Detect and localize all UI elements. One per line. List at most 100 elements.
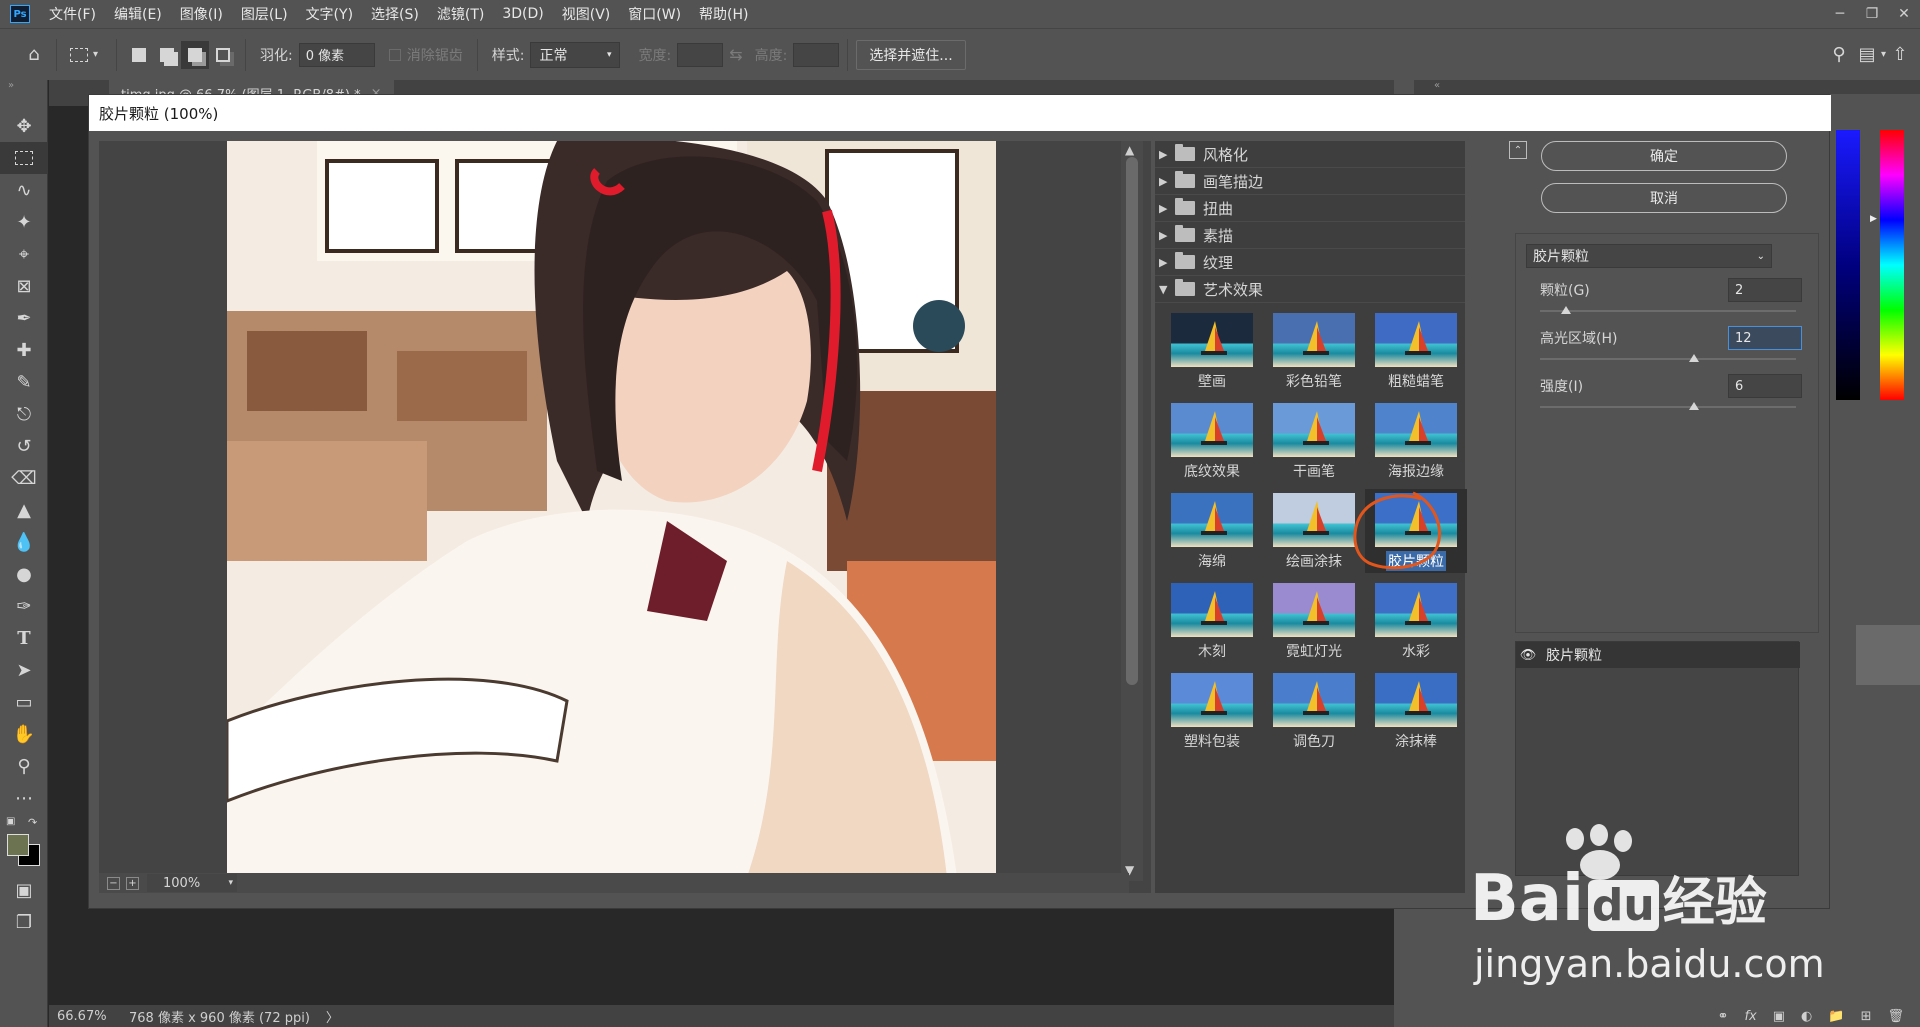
filter-thumb[interactable]: 涂抹棒	[1365, 669, 1467, 753]
home-icon[interactable]: ⌂	[20, 41, 48, 69]
restore-icon[interactable]: ❐	[1856, 0, 1888, 28]
hue-slider[interactable]	[1880, 130, 1904, 400]
filter-thumb[interactable]: 海绵	[1161, 489, 1263, 573]
marquee-tool-preset-icon[interactable]	[65, 41, 93, 69]
zoom-tool-icon[interactable]: ⚲	[0, 750, 48, 782]
filter-thumb[interactable]: 底纹效果	[1161, 399, 1263, 483]
layer-row-highlight[interactable]	[1856, 625, 1920, 685]
filter-param-input[interactable]: 2	[1728, 278, 1802, 302]
visibility-eye-icon[interactable]: 👁	[1516, 648, 1540, 663]
new-selection-icon[interactable]	[125, 41, 153, 69]
menu-view[interactable]: 视图(V)	[553, 4, 620, 24]
filter-thumb[interactable]: 壁画	[1161, 309, 1263, 393]
eyedropper-tool-icon[interactable]: ✒	[0, 302, 48, 334]
scroll-up-icon[interactable]: ▲	[1125, 143, 1134, 157]
eraser-tool-icon[interactable]: ⌫	[0, 462, 48, 494]
effect-layer-row[interactable]: 👁 胶片颗粒	[1516, 642, 1800, 668]
filter-thumb[interactable]: 木刻	[1161, 579, 1263, 663]
intersect-selection-icon[interactable]	[209, 41, 237, 69]
zoom-select[interactable]: 100% ▾	[147, 874, 237, 892]
filter-param-slider[interactable]	[1540, 306, 1796, 314]
pen-tool-icon[interactable]: ✑	[0, 590, 48, 622]
expanded-triangle-icon[interactable]: ▼	[1159, 283, 1175, 296]
dodge-tool-icon[interactable]: ●	[0, 558, 48, 590]
photoshop-logo-icon[interactable]: Ps	[10, 5, 30, 23]
filter-select[interactable]: 胶片颗粒 ⌄	[1526, 244, 1772, 268]
quick-mask-icon[interactable]: ▣	[0, 874, 48, 906]
share-icon[interactable]: ⇧	[1886, 41, 1914, 69]
feather-input[interactable]: 0 像素	[298, 42, 375, 67]
collapsed-triangle-icon[interactable]: ▶	[1159, 256, 1175, 269]
filter-category-row[interactable]: ▶ 扭曲	[1155, 195, 1465, 222]
status-menu-arrow-icon[interactable]: 〉	[326, 1007, 339, 1026]
zoom-out-icon[interactable]: −	[107, 876, 120, 890]
healing-brush-tool-icon[interactable]: ✚	[0, 334, 48, 366]
filter-thumb[interactable]: 海报边缘	[1365, 399, 1467, 483]
lasso-tool-icon[interactable]: ∿	[0, 174, 48, 206]
filter-thumb[interactable]: 水彩	[1365, 579, 1467, 663]
collapsed-triangle-icon[interactable]: ▶	[1159, 148, 1175, 161]
workspace-icon[interactable]: ▤	[1853, 41, 1881, 69]
history-brush-tool-icon[interactable]: ↺	[0, 430, 48, 462]
close-icon[interactable]: ✕	[1888, 0, 1920, 28]
filter-thumb[interactable]: 绘画涂抹	[1263, 489, 1365, 573]
clone-stamp-tool-icon[interactable]: ⎋	[0, 398, 48, 430]
move-tool-icon[interactable]: ✥	[0, 110, 48, 142]
menu-3d[interactable]: 3D(D)	[493, 6, 552, 22]
more-tools-icon[interactable]: ⋯	[0, 782, 48, 814]
filter-thumb[interactable]: 霓虹灯光	[1263, 579, 1365, 663]
minimize-icon[interactable]: ─	[1824, 0, 1856, 28]
magic-wand-tool-icon[interactable]: ✦	[0, 206, 48, 238]
menu-file[interactable]: 文件(F)	[40, 4, 105, 24]
antialias-checkbox[interactable]	[388, 48, 401, 61]
preview-area[interactable]	[99, 141, 1151, 893]
collapse-panel-icon[interactable]: »	[0, 80, 47, 110]
collapsed-triangle-icon[interactable]: ▶	[1159, 175, 1175, 188]
path-selection-tool-icon[interactable]: ➤	[0, 654, 48, 686]
paint-bucket-tool-icon[interactable]: ▲	[0, 494, 48, 526]
zoom-readout[interactable]: 66.67%	[57, 1009, 113, 1024]
filter-thumb[interactable]: 粗糙蜡笔	[1365, 309, 1467, 393]
filter-thumb[interactable]: 调色刀	[1263, 669, 1365, 753]
preview-image[interactable]	[227, 141, 996, 877]
type-tool-icon[interactable]: T	[0, 622, 48, 654]
scrollbar-thumb[interactable]	[1126, 157, 1138, 685]
foreground-color-swatch[interactable]	[7, 834, 29, 856]
add-to-selection-icon[interactable]	[153, 41, 181, 69]
chevron-down-icon[interactable]: ▾	[93, 49, 98, 60]
swap-dimensions-icon[interactable]: ⇆	[729, 45, 742, 64]
collapse-gallery-icon[interactable]: ⌃	[1509, 141, 1527, 159]
filter-param-input[interactable]: 12	[1728, 326, 1802, 350]
marquee-tool-icon[interactable]	[0, 142, 48, 174]
menu-select[interactable]: 选择(S)	[362, 4, 428, 24]
filter-thumb[interactable]: 塑料包装	[1161, 669, 1263, 753]
style-select[interactable]: 正常 ▾	[530, 41, 621, 68]
filter-category-row[interactable]: ▼ 艺术效果	[1155, 276, 1465, 303]
hand-tool-icon[interactable]: ✋	[0, 718, 48, 750]
filter-thumb[interactable]: 干画笔	[1263, 399, 1365, 483]
filter-param-slider[interactable]	[1540, 402, 1796, 410]
blur-tool-icon[interactable]: 💧	[0, 526, 48, 558]
collapsed-triangle-icon[interactable]: ▶	[1159, 229, 1175, 242]
filter-thumb[interactable]: 彩色铅笔	[1263, 309, 1365, 393]
menu-filter[interactable]: 滤镜(T)	[428, 4, 493, 24]
filter-category-row[interactable]: ▶ 画笔描边	[1155, 168, 1465, 195]
menu-type[interactable]: 文字(Y)	[297, 4, 362, 24]
slider-knob-icon[interactable]	[1688, 402, 1699, 410]
menu-window[interactable]: 窗口(W)	[619, 4, 690, 24]
slider-knob-icon[interactable]	[1560, 306, 1571, 314]
search-icon[interactable]: ⚲	[1825, 41, 1853, 69]
menu-layer[interactable]: 图层(L)	[232, 4, 297, 24]
filter-category-row[interactable]: ▶ 纹理	[1155, 249, 1465, 276]
menu-help[interactable]: 帮助(H)	[690, 4, 757, 24]
filter-param-slider[interactable]	[1540, 354, 1796, 362]
width-input[interactable]	[677, 42, 724, 67]
swap-colors-icon[interactable]: ↷	[28, 816, 37, 829]
collapsed-triangle-icon[interactable]: ▶	[1159, 202, 1175, 215]
slider-knob-icon[interactable]	[1688, 354, 1699, 362]
filter-param-input[interactable]: 6	[1728, 374, 1802, 398]
zoom-in-icon[interactable]: +	[126, 876, 139, 890]
rectangle-tool-icon[interactable]: ▭	[0, 686, 48, 718]
cancel-button[interactable]: 取消	[1541, 183, 1787, 213]
filter-category-row[interactable]: ▶ 素描	[1155, 222, 1465, 249]
